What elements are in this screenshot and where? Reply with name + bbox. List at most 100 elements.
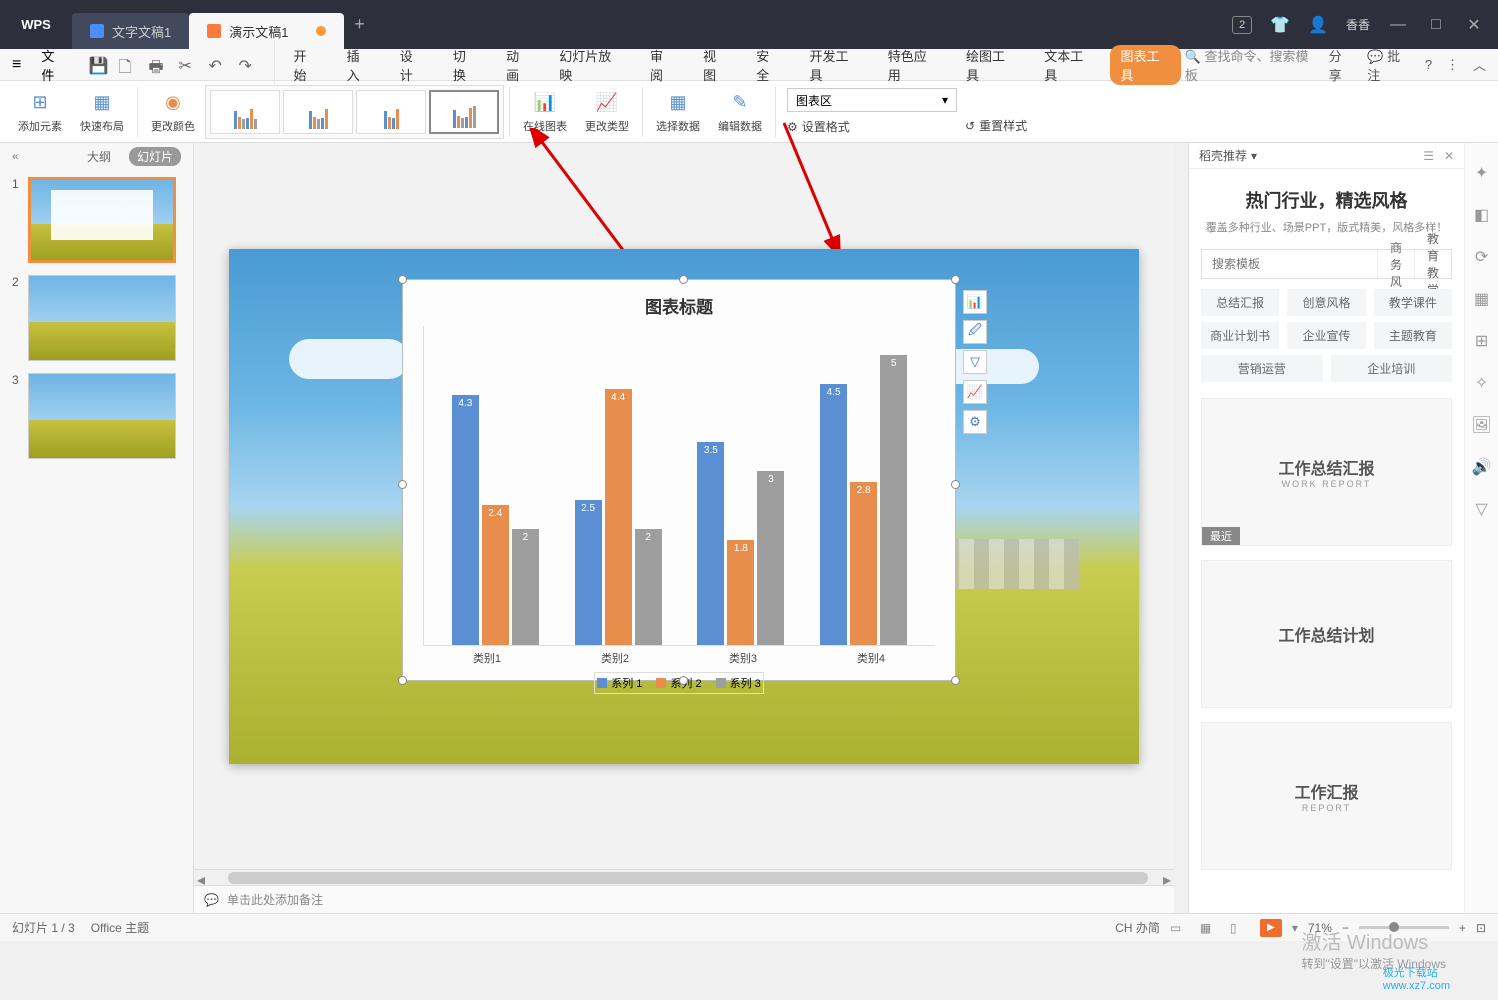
user-name[interactable]: 香香 [1346,16,1370,33]
change-colors-button[interactable]: ◉ 更改颜色 [143,87,203,137]
collapse-ribbon-icon[interactable]: ︿ [1473,55,1486,74]
tag[interactable]: 企业培训 [1331,355,1453,382]
chevron-down-icon[interactable]: ▾ [1292,921,1298,935]
chart-data-icon[interactable]: 📈 [963,380,987,404]
chart-style-1[interactable] [210,90,280,134]
print-preview-icon[interactable]: 🗋 [119,56,137,74]
zoom-in-button[interactable]: + [1459,921,1466,935]
ribbon-tab-design[interactable]: 设计 [388,46,437,84]
format-painter-icon[interactable]: ✂ [179,56,197,74]
sorter-view-icon[interactable]: ▦ [1200,921,1220,935]
layout-icon[interactable]: ⊞ [1472,331,1492,351]
more-icon[interactable]: ⋮ [1446,57,1459,73]
ime-indicator[interactable]: CH 办简 [1115,919,1160,936]
undo-icon[interactable]: ↶ [209,56,227,74]
panel-close-icon[interactable]: ✕ [1444,149,1454,163]
outline-tab[interactable]: 大纲 [79,147,119,166]
tab-add-button[interactable]: + [344,14,374,35]
image-icon[interactable]: 🖼 [1472,415,1492,435]
shirt-icon[interactable]: 👕 [1270,15,1290,35]
collapse-panel-icon[interactable]: « [12,149,19,163]
search-commands[interactable]: 🔍 查找命令、搜索模板 [1185,46,1315,84]
effects-icon[interactable]: ✧ [1472,373,1492,393]
loop-icon[interactable]: ⟳ [1472,247,1492,267]
tag[interactable]: 教学课件 [1374,289,1452,316]
select-data-button[interactable]: ▦ 选择数据 [648,87,708,137]
tag[interactable]: 企业宣传 [1287,322,1365,349]
tab-word-doc[interactable]: 文字文稿1 [72,13,189,49]
ribbon-tab-transition[interactable]: 切换 [441,46,490,84]
close-button[interactable]: ✕ [1464,15,1484,35]
notes-bar[interactable]: 💬单击此处添加备注 [194,885,1174,913]
online-chart-button[interactable]: 📊 在线图表 [515,87,575,137]
chart-area-select[interactable]: 图表区▾ [787,88,957,112]
tab-ppt-doc[interactable]: 演示文稿1 [189,13,344,49]
ribbon-tab-special[interactable]: 特色应用 [876,46,950,84]
search-tab-education[interactable]: 教育教学 [1414,250,1451,278]
ribbon-tab-slideshow[interactable]: 幻灯片放映 [547,46,634,84]
ribbon-tab-review[interactable]: 审阅 [638,46,687,84]
ribbon-tab-drawing-tools[interactable]: 绘图工具 [954,46,1028,84]
save-icon[interactable]: 💾 [89,56,107,74]
print-icon[interactable]: 🖶 [149,56,167,74]
chart-elements-icon[interactable]: 📊 [963,290,987,314]
grid-icon[interactable]: ▦ [1472,289,1492,309]
user-avatar-icon[interactable]: 👤 [1308,15,1328,35]
search-tab-business[interactable]: 商务风 [1377,250,1414,278]
slides-tab[interactable]: 幻灯片 [129,147,181,166]
search-input[interactable] [1202,250,1377,278]
chart-style-3[interactable] [356,90,426,134]
fit-button[interactable]: ⊡ [1476,921,1486,935]
file-menu[interactable]: 文件 [33,46,74,84]
chart-filter-icon[interactable]: ▽ [963,350,987,374]
notification-badge[interactable]: 2 [1232,16,1252,34]
minimize-button[interactable]: — [1388,16,1408,34]
chart-styles-icon[interactable]: 🖉 [963,320,987,344]
template-card[interactable]: 工作总结汇报WORK REPORT最近 [1201,398,1452,546]
layers-icon[interactable]: ◧ [1472,205,1492,225]
ribbon-tab-developer[interactable]: 开发工具 [797,46,871,84]
help-icon[interactable]: ? [1425,57,1432,72]
panel-settings-icon[interactable]: ☰ [1423,149,1434,163]
ribbon-tab-chart-tools[interactable]: 图表工具 [1110,45,1180,85]
tag[interactable]: 创意风格 [1287,289,1365,316]
tag[interactable]: 商业计划书 [1201,322,1279,349]
hamburger-icon[interactable]: ≡ [12,56,29,74]
chart-title[interactable]: 图表标题 [403,280,955,326]
normal-view-icon[interactable]: ▭ [1170,921,1190,935]
ribbon-tab-insert[interactable]: 插入 [335,46,384,84]
slide[interactable]: 📊 🖉 ▽ 📈 ⚙ 图表标题 4.32.422.54.423.51.834.52… [229,249,1139,764]
maximize-button[interactable]: □ [1426,16,1446,34]
chart-style-2[interactable] [283,90,353,134]
tag[interactable]: 主题教育 [1374,322,1452,349]
chevron-down-icon[interactable]: ▾ [1251,149,1257,163]
quick-layout-button[interactable]: ▦ 快速布局 [72,87,132,137]
share-button[interactable]: 分享 [1329,46,1354,84]
reading-view-icon[interactable]: ▯ [1230,921,1250,935]
sound-icon[interactable]: 🔊 [1472,457,1492,477]
chart-object[interactable]: 📊 🖉 ▽ 📈 ⚙ 图表标题 4.32.422.54.423.51.834.52… [402,279,956,681]
ribbon-tab-home[interactable]: 开始 [282,46,331,84]
template-card[interactable]: 工作汇报REPORT [1201,722,1452,870]
horizontal-scrollbar[interactable]: ◂▸ [194,869,1174,885]
annotate-button[interactable]: 💬 批注 [1367,46,1411,84]
ribbon-tab-text-tools[interactable]: 文本工具 [1032,46,1106,84]
add-element-button[interactable]: ⊞ 添加元素 [10,87,70,137]
slide-thumb-2[interactable] [28,275,176,361]
chart-plot-area[interactable]: 4.32.422.54.423.51.834.52.85 [423,326,935,646]
funnel-icon[interactable]: ▽ [1472,499,1492,519]
edit-data-button[interactable]: ✎ 编辑数据 [710,87,770,137]
chart-settings-icon[interactable]: ⚙ [963,410,987,434]
change-type-button[interactable]: 📈 更改类型 [577,87,637,137]
template-card[interactable]: 工作总结计划 [1201,560,1452,708]
tag[interactable]: 总结汇报 [1201,289,1279,316]
chart-style-4[interactable] [429,90,499,134]
sparkle-icon[interactable]: ✦ [1472,163,1492,183]
slide-thumb-3[interactable] [28,373,176,459]
vertical-scrollbar[interactable] [1174,143,1188,913]
slideshow-button[interactable]: ▶ [1260,919,1282,937]
reset-style-button[interactable]: ↺ 重置样式 [965,117,1027,134]
tag[interactable]: 营销运营 [1201,355,1323,382]
wps-logo[interactable]: WPS [0,0,72,49]
ribbon-tab-view[interactable]: 视图 [691,46,740,84]
